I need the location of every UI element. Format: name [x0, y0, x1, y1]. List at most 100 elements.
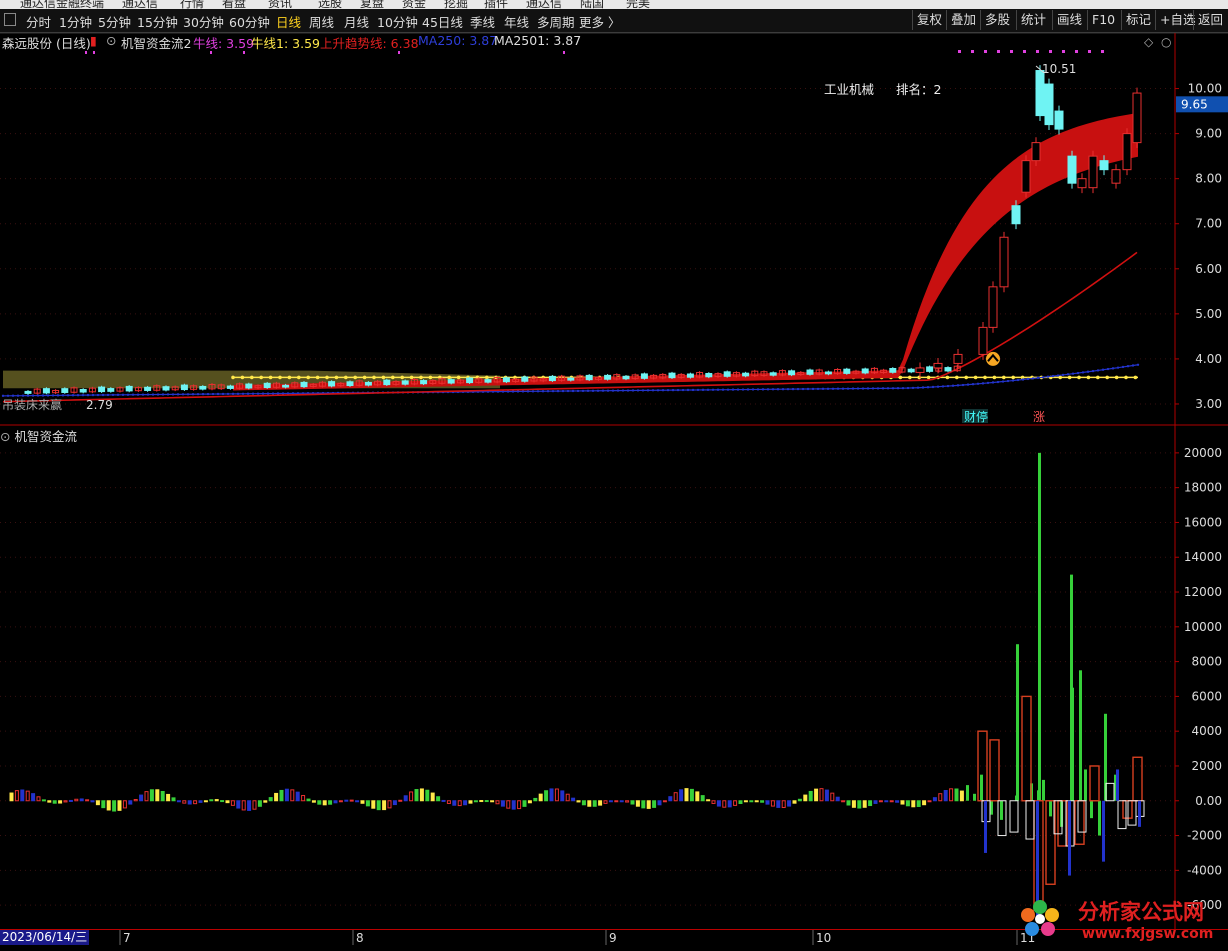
bull-dot — [908, 375, 912, 380]
y-tick-label: 0.00 — [1195, 794, 1222, 808]
flow-bar — [349, 799, 354, 802]
flow-bar — [716, 800, 721, 807]
flow-bar — [749, 800, 754, 803]
flow-bar — [803, 794, 808, 802]
y-tick-label: 10.00 — [1188, 82, 1222, 96]
flow-bar — [878, 800, 883, 803]
flow-bar — [187, 800, 192, 805]
signal-marker — [958, 50, 961, 53]
flow-bar — [954, 788, 959, 802]
rank-label: 排名：2 — [896, 82, 941, 97]
flow-bar — [155, 789, 160, 802]
hollow-bar — [1074, 800, 1085, 845]
bull-dot — [1124, 375, 1128, 380]
flow-bar — [371, 800, 376, 809]
candle — [199, 385, 207, 390]
flow-bar — [889, 800, 894, 803]
flow-bar — [409, 791, 414, 802]
bull-dot — [992, 375, 997, 380]
candle — [824, 371, 832, 375]
flow-bar — [506, 800, 511, 809]
flow-bar — [711, 800, 716, 804]
green-bar — [1016, 644, 1019, 801]
flow-bar — [922, 800, 927, 806]
flow-bar — [387, 800, 392, 809]
green-bar — [980, 774, 983, 801]
candle — [1031, 142, 1041, 162]
green-bar — [1000, 800, 1003, 820]
bull-dot — [287, 375, 292, 380]
bull-dot — [1096, 375, 1100, 380]
flow-bar — [79, 798, 84, 802]
flow-bar — [284, 788, 289, 802]
bull-dot — [325, 375, 329, 380]
candle — [1054, 110, 1064, 130]
bull-dot — [983, 375, 987, 380]
price-tag-label: 9.65 — [1181, 97, 1208, 111]
y-tick-label: 4000 — [1191, 724, 1222, 738]
watermark-title: 分析家公式网 — [1078, 900, 1204, 924]
signal-marker — [398, 51, 400, 54]
flow-bar — [149, 789, 154, 802]
flow-bar — [452, 800, 457, 806]
flow-bar — [63, 800, 68, 803]
y-tick-label: 6.00 — [1195, 262, 1222, 276]
flow-bar — [873, 800, 878, 804]
flow-bar — [500, 800, 505, 807]
flow-bar — [830, 792, 835, 802]
flow-bar — [182, 800, 187, 804]
candle — [484, 379, 492, 383]
flow-bar — [625, 800, 630, 803]
bull-dot — [428, 375, 433, 380]
bull-dot — [1002, 375, 1006, 380]
flow-bar — [662, 800, 667, 803]
candle — [915, 367, 925, 373]
flow-bar — [301, 794, 306, 802]
signal-marker — [1062, 50, 1065, 53]
y-tick-label: 2000 — [1191, 759, 1222, 773]
bull-dot — [1086, 375, 1091, 380]
flow-bar — [722, 800, 727, 808]
y-tick-label: 16000 — [1184, 515, 1222, 529]
flow-bar — [614, 800, 619, 803]
flow-bar — [376, 800, 381, 811]
flow-bar — [770, 800, 775, 807]
candle — [686, 373, 694, 378]
bull-dot — [973, 375, 978, 380]
signal-marker — [997, 50, 1000, 53]
flow-bar — [436, 796, 441, 802]
flow-bar — [900, 800, 905, 805]
green-bar — [1084, 769, 1087, 801]
flow-bar — [938, 793, 943, 802]
watermark-url: www.fxjgsw.com — [1082, 926, 1213, 942]
signal-marker — [1023, 50, 1026, 53]
bull-dot — [278, 375, 282, 380]
flow-bar — [538, 793, 543, 802]
y-tick-label: -2000 — [1187, 829, 1222, 843]
hollow-bar — [1021, 695, 1032, 802]
bull-dot — [964, 375, 968, 380]
flow-bar — [808, 790, 813, 802]
flow-bar — [776, 800, 781, 808]
candle — [300, 381, 308, 388]
flow-bar — [754, 800, 759, 803]
flow-bar — [949, 788, 954, 802]
flow-bar — [484, 800, 489, 803]
candle — [364, 381, 372, 386]
flow-bar — [176, 800, 181, 803]
flow-bar — [295, 791, 300, 802]
chart-canvas: 3.00 4.00 5.00 6.00 7.00 8.00 9.00 10.009.65 10.… — [0, 32, 1228, 945]
candle — [521, 376, 529, 382]
flow-bar — [603, 800, 608, 804]
candle — [420, 380, 428, 385]
circle-icon: ○ — [1161, 35, 1171, 49]
flow-bar — [263, 800, 268, 803]
flow-bar — [862, 800, 867, 808]
bull-dot — [400, 375, 405, 380]
flow-bar — [446, 800, 451, 804]
flow-bar — [495, 800, 500, 805]
chevron-down-icon[interactable]: ⊙ — [0, 429, 10, 444]
flow-bar — [9, 792, 14, 802]
flow-bar — [392, 800, 397, 806]
flow-bar — [90, 800, 95, 803]
